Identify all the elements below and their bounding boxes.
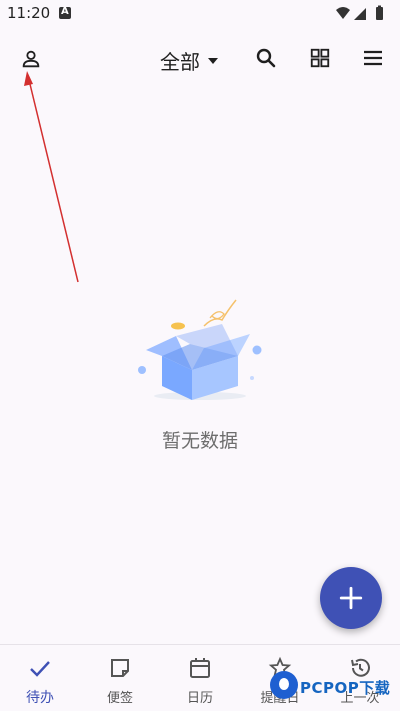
caret-down-icon xyxy=(208,58,218,64)
watermark: PCPOP下载 xyxy=(268,668,400,708)
add-button[interactable] xyxy=(320,567,382,629)
plus-icon xyxy=(339,586,363,610)
nav-label-notes: 便签 xyxy=(106,691,133,706)
status-bar: 11:20 xyxy=(0,0,400,28)
search-icon xyxy=(256,48,276,68)
calendar-icon xyxy=(187,655,213,681)
nav-item-calendar[interactable]: 日历 xyxy=(160,645,240,711)
status-indicators xyxy=(336,5,383,20)
empty-box-illustration xyxy=(138,299,262,400)
grid-view-button[interactable] xyxy=(300,38,340,78)
person-icon xyxy=(22,50,40,68)
nav-label-todo: 待办 xyxy=(26,690,54,706)
note-icon xyxy=(107,655,133,681)
battery-icon xyxy=(376,7,383,20)
empty-state-message: 暂无数据 xyxy=(161,430,238,452)
wifi-icon xyxy=(336,7,350,19)
grid-icon xyxy=(310,48,330,68)
filter-label: 全部 xyxy=(160,49,200,74)
check-icon xyxy=(27,655,53,681)
filter-dropdown[interactable]: 全部 xyxy=(160,40,218,80)
nav-label-calendar: 日历 xyxy=(186,691,213,706)
watermark-logo-icon xyxy=(270,671,298,699)
menu-icon xyxy=(364,50,382,66)
signal-icon xyxy=(354,8,366,20)
menu-button[interactable] xyxy=(353,38,393,78)
profile-button[interactable] xyxy=(11,39,51,79)
app-notification-icon xyxy=(59,6,71,19)
status-time: 11:20 xyxy=(7,4,51,22)
search-button[interactable] xyxy=(246,38,286,78)
nav-item-notes[interactable]: 便签 xyxy=(80,645,160,711)
nav-item-todo[interactable]: 待办 xyxy=(0,645,80,711)
top-app-bar: 全部 xyxy=(0,36,400,84)
watermark-text: PCPOP下载 xyxy=(300,679,391,697)
